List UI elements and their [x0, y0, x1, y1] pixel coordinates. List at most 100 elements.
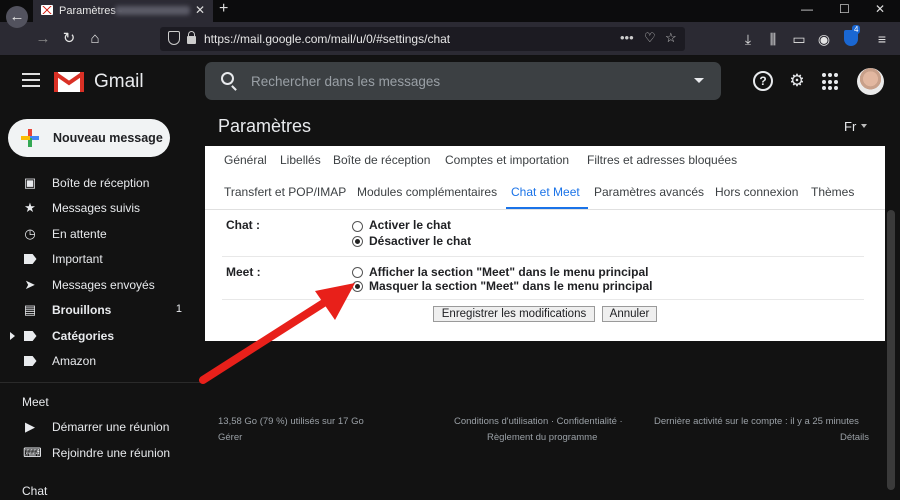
sidebar-item-starred[interactable]: ★ Messages suivis — [0, 196, 200, 220]
sidebar-item-label: Rejoindre une réunion — [52, 446, 171, 460]
tab-inbox[interactable]: Boîte de réception — [333, 153, 430, 167]
sidebar-item-drafts[interactable]: ▤ Brouillons 1 — [0, 298, 200, 322]
program-policy-link[interactable]: Règlement du programme — [487, 432, 597, 443]
tab-offline[interactable]: Hors connexion — [715, 185, 798, 199]
forward-icon[interactable]: → — [32, 28, 54, 50]
search-icon[interactable] — [221, 72, 234, 85]
sidebar-item-label: Boîte de réception — [52, 176, 150, 190]
lock-icon[interactable] — [187, 31, 196, 44]
sidebar-icon[interactable]: ▭ — [789, 28, 809, 50]
sidebar-item-inbox[interactable]: ▣ Boîte de réception — [0, 171, 200, 195]
tab-chat-meet[interactable]: Chat et Meet — [511, 185, 580, 199]
sidebar-item-label: Important — [52, 252, 103, 266]
search-placeholder: Rechercher dans les messages — [251, 74, 441, 89]
send-icon: ➤ — [24, 277, 36, 292]
label-icon — [23, 354, 37, 368]
important-icon — [23, 252, 37, 266]
plus-icon — [21, 129, 39, 147]
close-window-button[interactable]: ✕ — [875, 2, 885, 16]
sidebar-item-label: Messages suivis — [52, 201, 141, 215]
join-meeting-item[interactable]: ⌨ Rejoindre une réunion — [0, 441, 200, 465]
help-icon[interactable]: ? — [753, 71, 773, 91]
chat-enable-radio[interactable] — [352, 221, 363, 232]
gmail-favicon-icon — [41, 5, 53, 15]
back-icon[interactable]: ← — [6, 6, 28, 28]
sidebar-item-amazon[interactable]: Amazon — [0, 349, 200, 373]
sidebar-item-label: Messages envoyés — [52, 278, 155, 292]
url-bar[interactable]: https://mail.google.com/mail/u/0/#settin… — [160, 27, 685, 51]
divider — [205, 209, 885, 210]
account-icon[interactable]: ◉ — [814, 28, 834, 50]
compose-button[interactable]: Nouveau message — [8, 119, 170, 157]
sidebar-item-categories[interactable]: Catégories — [0, 324, 200, 348]
tab-addons[interactable]: Modules complémentaires — [357, 185, 497, 199]
star-icon: ★ — [24, 200, 36, 215]
annotation-arrow — [199, 283, 355, 384]
input-language-selector[interactable]: Fr — [844, 119, 868, 134]
tab-accounts[interactable]: Comptes et importation — [445, 153, 569, 167]
manage-storage-link[interactable]: Gérer — [218, 432, 242, 443]
tab-forwarding[interactable]: Transfert et POP/IMAP — [224, 185, 346, 199]
gmail-logo-icon[interactable] — [54, 70, 84, 92]
tab-general[interactable]: Général — [224, 153, 267, 167]
clock-icon: ◷ — [24, 226, 36, 241]
minimize-button[interactable]: — — [801, 2, 813, 16]
compose-label: Nouveau message — [53, 131, 163, 145]
avatar[interactable] — [857, 68, 884, 95]
tab-filters[interactable]: Filtres et adresses bloquées — [587, 153, 737, 167]
gmail-wordmark[interactable]: Gmail — [94, 71, 144, 93]
downloads-icon[interactable]: ⤓ — [738, 28, 758, 50]
divider — [222, 256, 864, 257]
extension-badge: 4 — [852, 25, 861, 34]
main-menu-icon[interactable] — [22, 73, 40, 87]
sidebar-item-snoozed[interactable]: ◷ En attente — [0, 222, 200, 246]
apps-grid-icon[interactable] — [822, 71, 838, 91]
search-options-icon[interactable] — [694, 78, 704, 83]
bookmark-star-icon[interactable]: ☆ — [665, 30, 677, 46]
last-activity-text: Dernière activité sur le compte : il y a… — [654, 416, 859, 427]
browser-tab[interactable]: Paramètres - ✕ — [33, 0, 213, 22]
meet-hide-label[interactable]: Masquer la section "Meet" dans le menu p… — [369, 279, 652, 293]
reload-icon[interactable]: ↻ — [58, 28, 80, 50]
library-icon[interactable]: ⫼ — [763, 28, 783, 50]
tab-title: Paramètres - — [59, 5, 123, 17]
page-actions-icon[interactable]: ••• — [620, 30, 634, 45]
menu-icon[interactable]: ≡ — [872, 28, 892, 50]
sidebar-item-label: Amazon — [52, 354, 97, 368]
new-tab-button[interactable]: + — [219, 0, 228, 18]
storage-usage: 13,58 Go (79 %) utilisés sur 17 Go — [218, 416, 364, 427]
settings-gear-icon[interactable]: ⚙ — [787, 71, 807, 91]
start-meeting-item[interactable]: ▶ Démarrer une réunion — [0, 415, 200, 439]
cancel-button[interactable]: Annuler — [602, 306, 657, 322]
tracking-shield-icon[interactable] — [168, 31, 180, 45]
chat-disable-label[interactable]: Désactiver le chat — [369, 234, 471, 248]
sidebar-item-label: Démarrer une réunion — [52, 420, 170, 434]
search-bar[interactable]: Rechercher dans les messages — [205, 62, 721, 100]
redacted-email — [115, 6, 190, 15]
scrollbar-thumb[interactable] — [887, 210, 895, 490]
sidebar-item-label: Catégories — [52, 329, 115, 343]
pocket-icon[interactable]: ♡ — [644, 30, 656, 46]
terms-privacy-links[interactable]: Conditions d'utilisation · Confidentiali… — [454, 416, 623, 427]
sidebar-item-important[interactable]: Important — [0, 247, 200, 271]
chat-enable-label[interactable]: Activer le chat — [369, 218, 451, 232]
tab-themes[interactable]: Thèmes — [811, 185, 854, 199]
meet-show-label[interactable]: Afficher la section "Meet" dans le menu … — [369, 265, 648, 279]
video-camera-icon: ▶ — [25, 419, 35, 434]
tab-labels[interactable]: Libellés — [280, 153, 321, 167]
chat-disable-radio[interactable] — [352, 236, 363, 247]
save-button[interactable]: Enregistrer les modifications — [433, 306, 595, 322]
home-icon[interactable]: ⌂ — [84, 28, 106, 50]
sidebar-item-sent[interactable]: ➤ Messages envoyés — [0, 273, 200, 297]
meet-section-title: Meet — [22, 395, 49, 409]
page-title: Paramètres — [218, 116, 312, 136]
close-tab-icon[interactable]: ✕ — [195, 3, 205, 17]
chat-setting-label: Chat : — [226, 218, 260, 232]
chat-section-title: Chat — [22, 484, 48, 498]
details-link[interactable]: Détails — [840, 432, 869, 443]
sidebar-item-label: Brouillons — [52, 303, 112, 317]
draft-icon: ▤ — [23, 302, 37, 317]
maximize-button[interactable]: ☐ — [839, 2, 850, 16]
label-icon — [23, 329, 37, 343]
tab-advanced[interactable]: Paramètres avancés — [594, 185, 704, 199]
